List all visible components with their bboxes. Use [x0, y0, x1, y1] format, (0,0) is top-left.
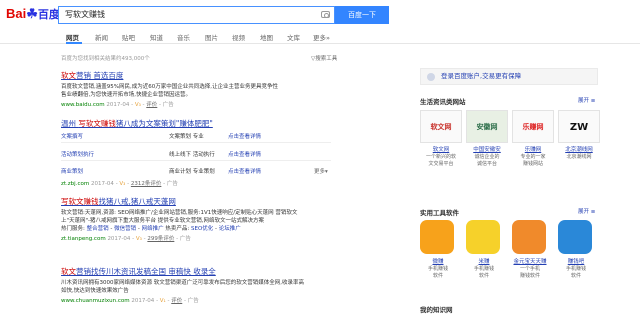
search-button[interactable]: 百度一下 — [335, 6, 389, 24]
active-tab-indicator — [66, 42, 82, 44]
section-title-tools: 实用工具软件 — [420, 209, 459, 217]
search-tools-button[interactable]: ▽搜索工具 — [311, 54, 337, 62]
search-query[interactable]: 写软文赚钱 — [65, 7, 105, 23]
result-url: www.chuanmuzixun.com 2017-04 - V₁ - 评价 -… — [61, 298, 199, 304]
logo-text-du: 百度 — [37, 9, 60, 21]
tab-video[interactable]: 视频 — [232, 32, 245, 42]
baidu-logo[interactable]: Bai☘百度 — [6, 3, 61, 25]
divider — [61, 160, 331, 161]
sublink-row: 商业策划 商业计划 专业策划 点击查看详情 更多▾ — [61, 167, 328, 175]
tab-map[interactable]: 地图 — [260, 32, 273, 42]
app-icon[interactable] — [512, 220, 546, 254]
info-icon — [427, 73, 435, 81]
app-icon[interactable] — [466, 220, 500, 254]
result-count: 百度为您找到相关结果约493,000个 — [61, 56, 150, 62]
result-item: 写软文赚钱找猪八戒,猪八戒天蓬网 软文营销:天蓬网,资源: SEO网络推广/企业… — [61, 196, 351, 242]
result-description: 百度软文营销,涵盖95%网民,成为近60万家中国企业共同选择,让企业主营业务更具… — [61, 84, 278, 98]
sublink-row: 文案撰写 文案策划 专业 点击查看详情 — [61, 134, 262, 140]
site-logo[interactable]: 乐赚网 — [512, 110, 554, 143]
site-logo[interactable]: 安徽网 — [466, 110, 508, 143]
tab-bar: 网页 新闻 贴吧 知道 音乐 图片 视频 地图 文库 更多» — [0, 30, 640, 44]
result-title[interactable]: 软文营销 首选百度 — [61, 70, 351, 81]
paw-icon: ☘ — [26, 6, 38, 21]
tab-web[interactable]: 网页 — [66, 32, 79, 42]
result-title[interactable]: 软文营销找传川木资讯发稿全国 审稿快 收录全 — [61, 266, 351, 277]
search-input[interactable]: 写软文赚钱 — [58, 6, 335, 24]
expand-link[interactable]: 展开 ≡ — [578, 207, 595, 215]
section-title-knowledge: 我的知识网 — [420, 306, 453, 314]
site-logo[interactable]: 软文网 — [420, 110, 462, 143]
tab-music[interactable]: 音乐 — [177, 32, 190, 42]
section-title-life: 生活资讯类网站 — [420, 98, 466, 106]
result-item: 温州 写软文赚钱猪八成为文案策划"赚体肥肥" — [61, 118, 351, 129]
tab-images[interactable]: 图片 — [205, 32, 218, 42]
tab-news[interactable]: 新闻 — [95, 32, 108, 42]
result-url: zt.zbj.com 2017-04 - V₃ - 2312条评价 - 广告 — [61, 181, 178, 187]
hot-services: 热门服务: 整合营销 - 微信营销 - 网络推广 热卖产品: SEO优化 - 论… — [61, 226, 241, 232]
divider — [61, 142, 331, 143]
expand-link[interactable]: 展开 ≡ — [578, 96, 595, 104]
logo-text-bai: Bai — [6, 6, 27, 21]
more-link[interactable]: 更多▾ — [314, 167, 328, 175]
tab-zhidao[interactable]: 知道 — [150, 32, 163, 42]
tab-tieba[interactable]: 贴吧 — [122, 32, 135, 42]
result-title[interactable]: 写软文赚钱找猪八戒,猪八戒天蓬网 — [61, 196, 351, 207]
site-logo[interactable]: ZW — [558, 110, 600, 143]
camera-icon[interactable] — [321, 11, 330, 18]
result-title[interactable]: 温州 写软文赚钱猪八成为文案策划"赚体肥肥" — [61, 118, 351, 129]
result-item: 软文营销找传川木资讯发稿全国 审稿快 收录全 川木资讯网拥有3000家网络媒体资… — [61, 266, 351, 304]
result-description: 软文营销:天蓬网,资源: SEO网络推广/企业网站营销,服务:1V1快速响应/定… — [61, 210, 298, 224]
result-url: www.baidu.com 2017-04 - V₃ - 评价 - 广告 — [61, 102, 174, 108]
tab-more[interactable]: 更多» — [313, 32, 330, 42]
result-description: 川木资讯网拥有3000家网络媒体资源 软文营销渠道广泛可靠发布后您的软文营销媒体… — [61, 280, 304, 294]
result-item: 软文营销 首选百度 百度软文营销,涵盖95%网民,成为近60万家中国企业共同选择… — [61, 70, 351, 108]
app-icon[interactable] — [558, 220, 592, 254]
login-banner[interactable]: 登录百度账户,交易更有保障 — [420, 68, 598, 85]
sublink-row: 活动策划执行 线上线下 活动执行 点击查看详情 — [61, 152, 262, 158]
result-url: zt.tianpeng.com 2017-04 - V₃ - 299条评价 - … — [61, 236, 191, 242]
tab-wenku[interactable]: 文库 — [287, 32, 300, 42]
app-icon[interactable] — [420, 220, 454, 254]
header: Bai☘百度 写软文赚钱 百度一下 — [0, 0, 640, 30]
